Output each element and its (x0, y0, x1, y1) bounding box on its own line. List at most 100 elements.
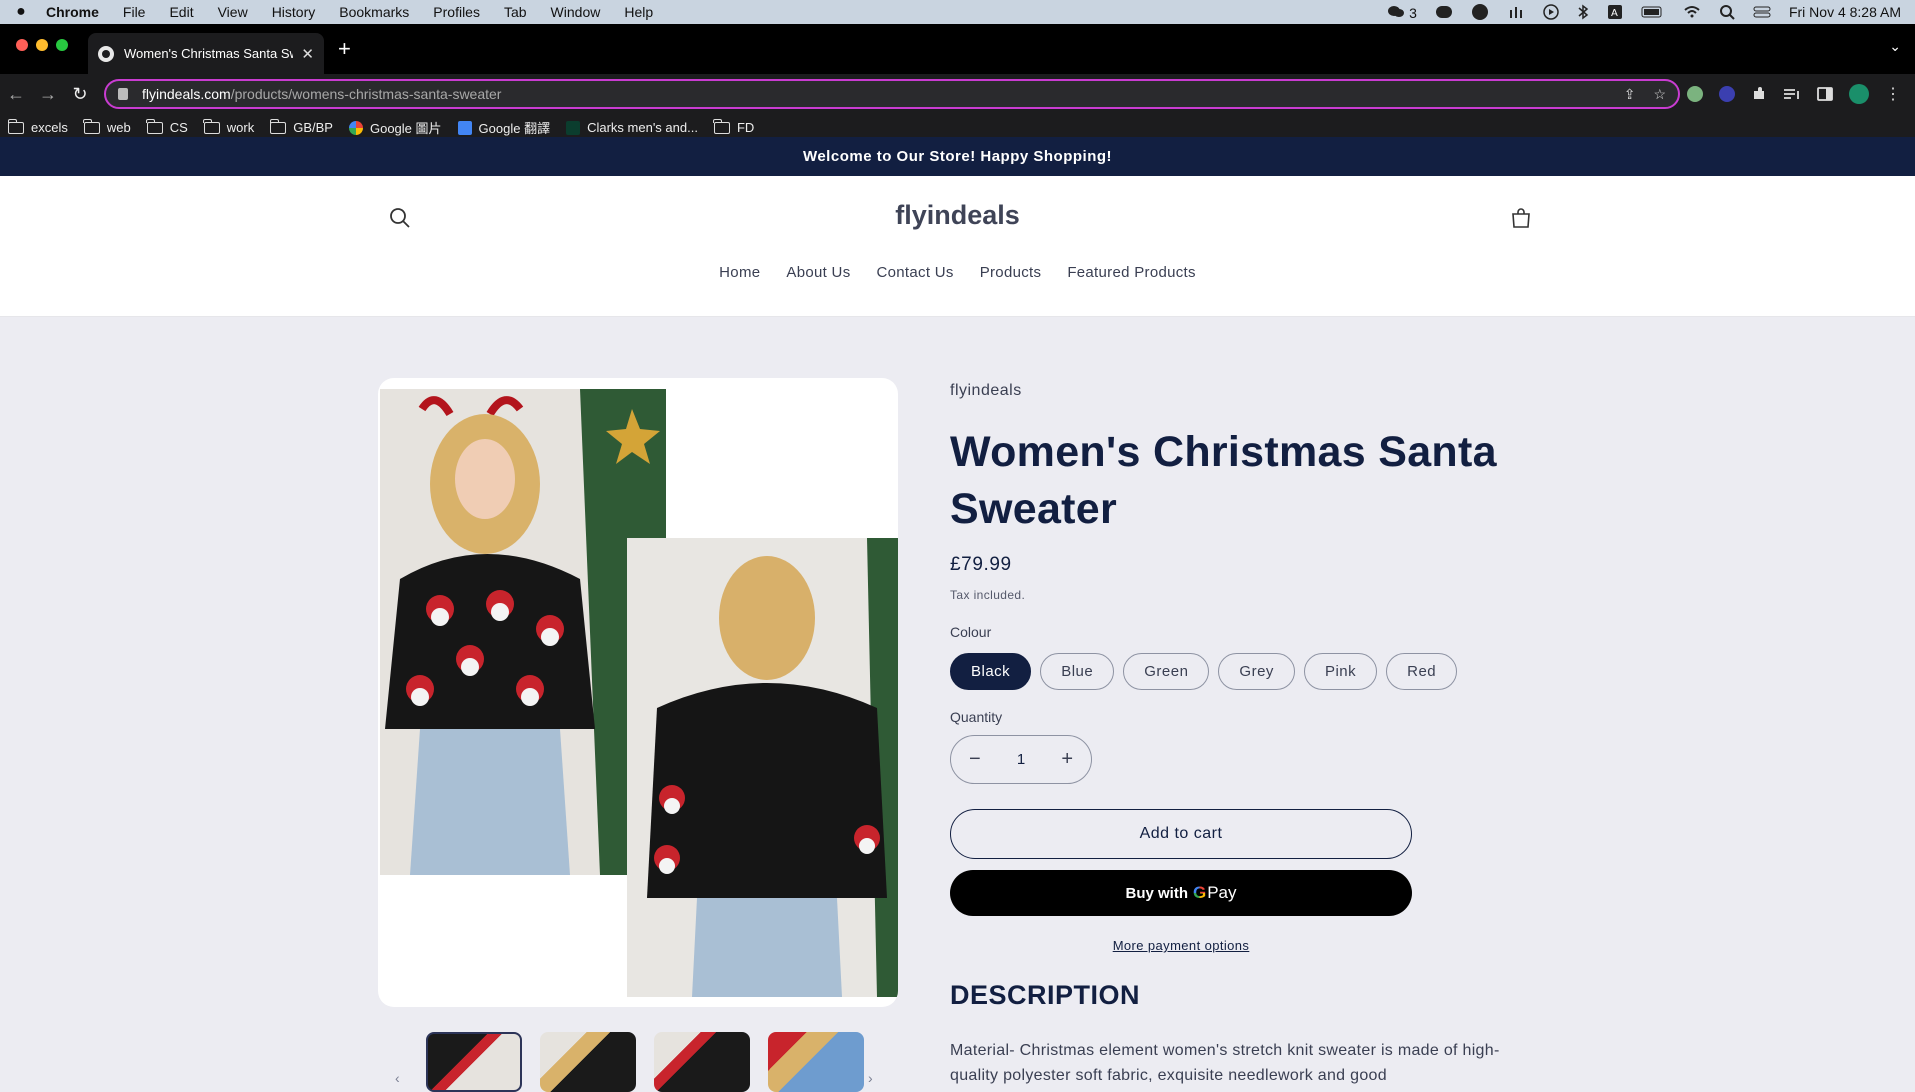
close-window-button[interactable] (16, 39, 28, 51)
description-text: Material- Christmas element women's stre… (950, 1042, 1500, 1084)
increase-quantity-button[interactable]: + (1061, 748, 1073, 771)
nav-products[interactable]: Products (980, 264, 1042, 281)
bookmark-gb-bp[interactable]: GB/BP (269, 118, 333, 135)
colour-option-blue[interactable]: Blue (1040, 653, 1115, 690)
address-bar[interactable]: flyindeals.com/products/womens-christmas… (104, 79, 1680, 109)
tab-active[interactable]: Women's Christmas Santa Swe ✕ (88, 33, 324, 74)
tab-search-chevron-icon[interactable]: ⌄ (1889, 38, 1901, 55)
forward-button[interactable]: → (32, 84, 64, 105)
input-method-icon[interactable]: A (1607, 4, 1623, 20)
main-nav: Home About Us Contact Us Products Featur… (0, 264, 1915, 281)
minimize-window-button[interactable] (36, 39, 48, 51)
clarks-icon (566, 120, 581, 135)
play-icon[interactable] (1543, 4, 1559, 20)
download-extension-icon[interactable] (1719, 86, 1735, 102)
thumbnail-2[interactable] (540, 1032, 636, 1092)
antenna-icon[interactable] (1507, 5, 1525, 19)
profile-avatar[interactable] (1849, 84, 1869, 104)
add-to-cart-button[interactable]: Add to cart (950, 809, 1412, 859)
thumb-next-icon[interactable]: › (868, 1070, 873, 1086)
menu-profiles[interactable]: Profiles (421, 4, 492, 20)
bookmark-label: Clarks men's and... (587, 120, 698, 135)
apple-icon[interactable]: ● (0, 3, 42, 21)
google-icon (348, 120, 363, 135)
bookmark-fd[interactable]: FD (713, 118, 754, 135)
bluetooth-icon[interactable] (1577, 4, 1589, 20)
clock[interactable]: Fri Nov 4 8:28 AM (1789, 4, 1901, 20)
menu-app-chrome[interactable]: Chrome (42, 4, 111, 20)
translate-icon (457, 120, 472, 135)
colour-option-black[interactable]: Black (950, 653, 1032, 690)
colour-option-pink[interactable]: Pink (1303, 653, 1378, 690)
folder-icon (203, 118, 220, 134)
thumbnail-4[interactable] (768, 1032, 864, 1092)
menu-file[interactable]: File (111, 4, 158, 20)
tab-strip: Women's Christmas Santa Swe ✕ + ⌄ (0, 24, 1915, 74)
bookmark-work[interactable]: work (203, 118, 255, 135)
bookmark-label: web (106, 120, 131, 135)
menu-window[interactable]: Window (539, 4, 613, 20)
menu-history[interactable]: History (260, 4, 328, 20)
lock-icon[interactable] (118, 88, 128, 100)
zoom-window-button[interactable] (56, 39, 68, 51)
google-pay-button[interactable]: Buy with G Pay (950, 870, 1412, 916)
chrome-menu-icon[interactable]: ⋮ (1885, 84, 1901, 104)
back-button[interactable]: ← (0, 84, 32, 105)
more-payment-options-link[interactable]: More payment options (950, 938, 1412, 953)
bookmark-excels[interactable]: excels (7, 118, 68, 135)
bookmark-web[interactable]: web (83, 118, 131, 135)
bookmark-google-images[interactable]: Google 圖片 (348, 118, 442, 137)
bookmark-cs[interactable]: CS (146, 118, 188, 135)
colour-label: Colour (950, 624, 992, 640)
battery-icon[interactable] (1641, 6, 1665, 18)
thumb-prev-icon[interactable]: ‹ (395, 1070, 400, 1086)
puzzle-extensions-icon[interactable] (1751, 86, 1767, 102)
product-vendor: flyindeals (950, 382, 1022, 399)
control-center-icon[interactable] (1753, 5, 1771, 19)
nav-featured-products[interactable]: Featured Products (1067, 264, 1196, 281)
colour-options: Black Blue Green Grey Pink Red (950, 653, 1458, 690)
product-photo-front (380, 389, 666, 875)
nav-home[interactable]: Home (719, 264, 760, 281)
menu-view[interactable]: View (206, 4, 260, 20)
spotlight-search-icon[interactable] (1719, 4, 1735, 20)
extension-green-icon[interactable] (1687, 86, 1703, 102)
folder-icon (269, 118, 287, 134)
new-tab-button[interactable]: + (338, 36, 351, 62)
wechat-count: 3 (1409, 4, 1417, 21)
menu-tab[interactable]: Tab (492, 4, 539, 20)
quantity-label: Quantity (950, 709, 1003, 725)
bookmark-google-translate[interactable]: Google 翻譯 (457, 118, 550, 137)
quantity-stepper: − 1 + (950, 735, 1092, 784)
app-status-icon[interactable] (1471, 3, 1489, 21)
bookmark-star-icon[interactable]: ☆ (1653, 86, 1666, 103)
nav-contact-us[interactable]: Contact Us (877, 264, 954, 281)
quantity-input[interactable]: 1 (1017, 751, 1025, 768)
thumbnail-3[interactable] (654, 1032, 750, 1092)
reload-button[interactable]: ↻ (64, 84, 96, 105)
line-icon[interactable] (1435, 5, 1453, 19)
decrease-quantity-button[interactable]: − (969, 748, 981, 771)
menu-edit[interactable]: Edit (157, 4, 205, 20)
colour-option-red[interactable]: Red (1386, 653, 1458, 690)
wifi-icon[interactable] (1683, 5, 1701, 19)
tab-title: Women's Christmas Santa Swe (124, 46, 294, 61)
colour-option-grey[interactable]: Grey (1218, 653, 1295, 690)
folder-icon (7, 118, 24, 134)
side-panel-icon[interactable] (1817, 86, 1833, 102)
media-control-icon[interactable] (1783, 87, 1801, 101)
bookmark-clarks[interactable]: Clarks men's and... (566, 120, 698, 135)
nav-about-us[interactable]: About Us (786, 264, 850, 281)
store-logo[interactable]: flyindeals (0, 200, 1915, 231)
menu-help[interactable]: Help (612, 4, 665, 20)
cart-icon[interactable] (1509, 206, 1533, 230)
wechat-status[interactable]: 3 (1387, 4, 1417, 21)
product-main-image[interactable] (378, 378, 898, 1007)
share-icon[interactable]: ⇪ (1624, 86, 1636, 103)
colour-option-green[interactable]: Green (1123, 653, 1210, 690)
bookmark-label: work (226, 120, 255, 135)
close-tab-icon[interactable]: ✕ (301, 45, 314, 63)
menu-bookmarks[interactable]: Bookmarks (327, 4, 421, 20)
buy-with-label: Buy with (1125, 884, 1188, 902)
thumbnail-1[interactable] (426, 1032, 522, 1092)
